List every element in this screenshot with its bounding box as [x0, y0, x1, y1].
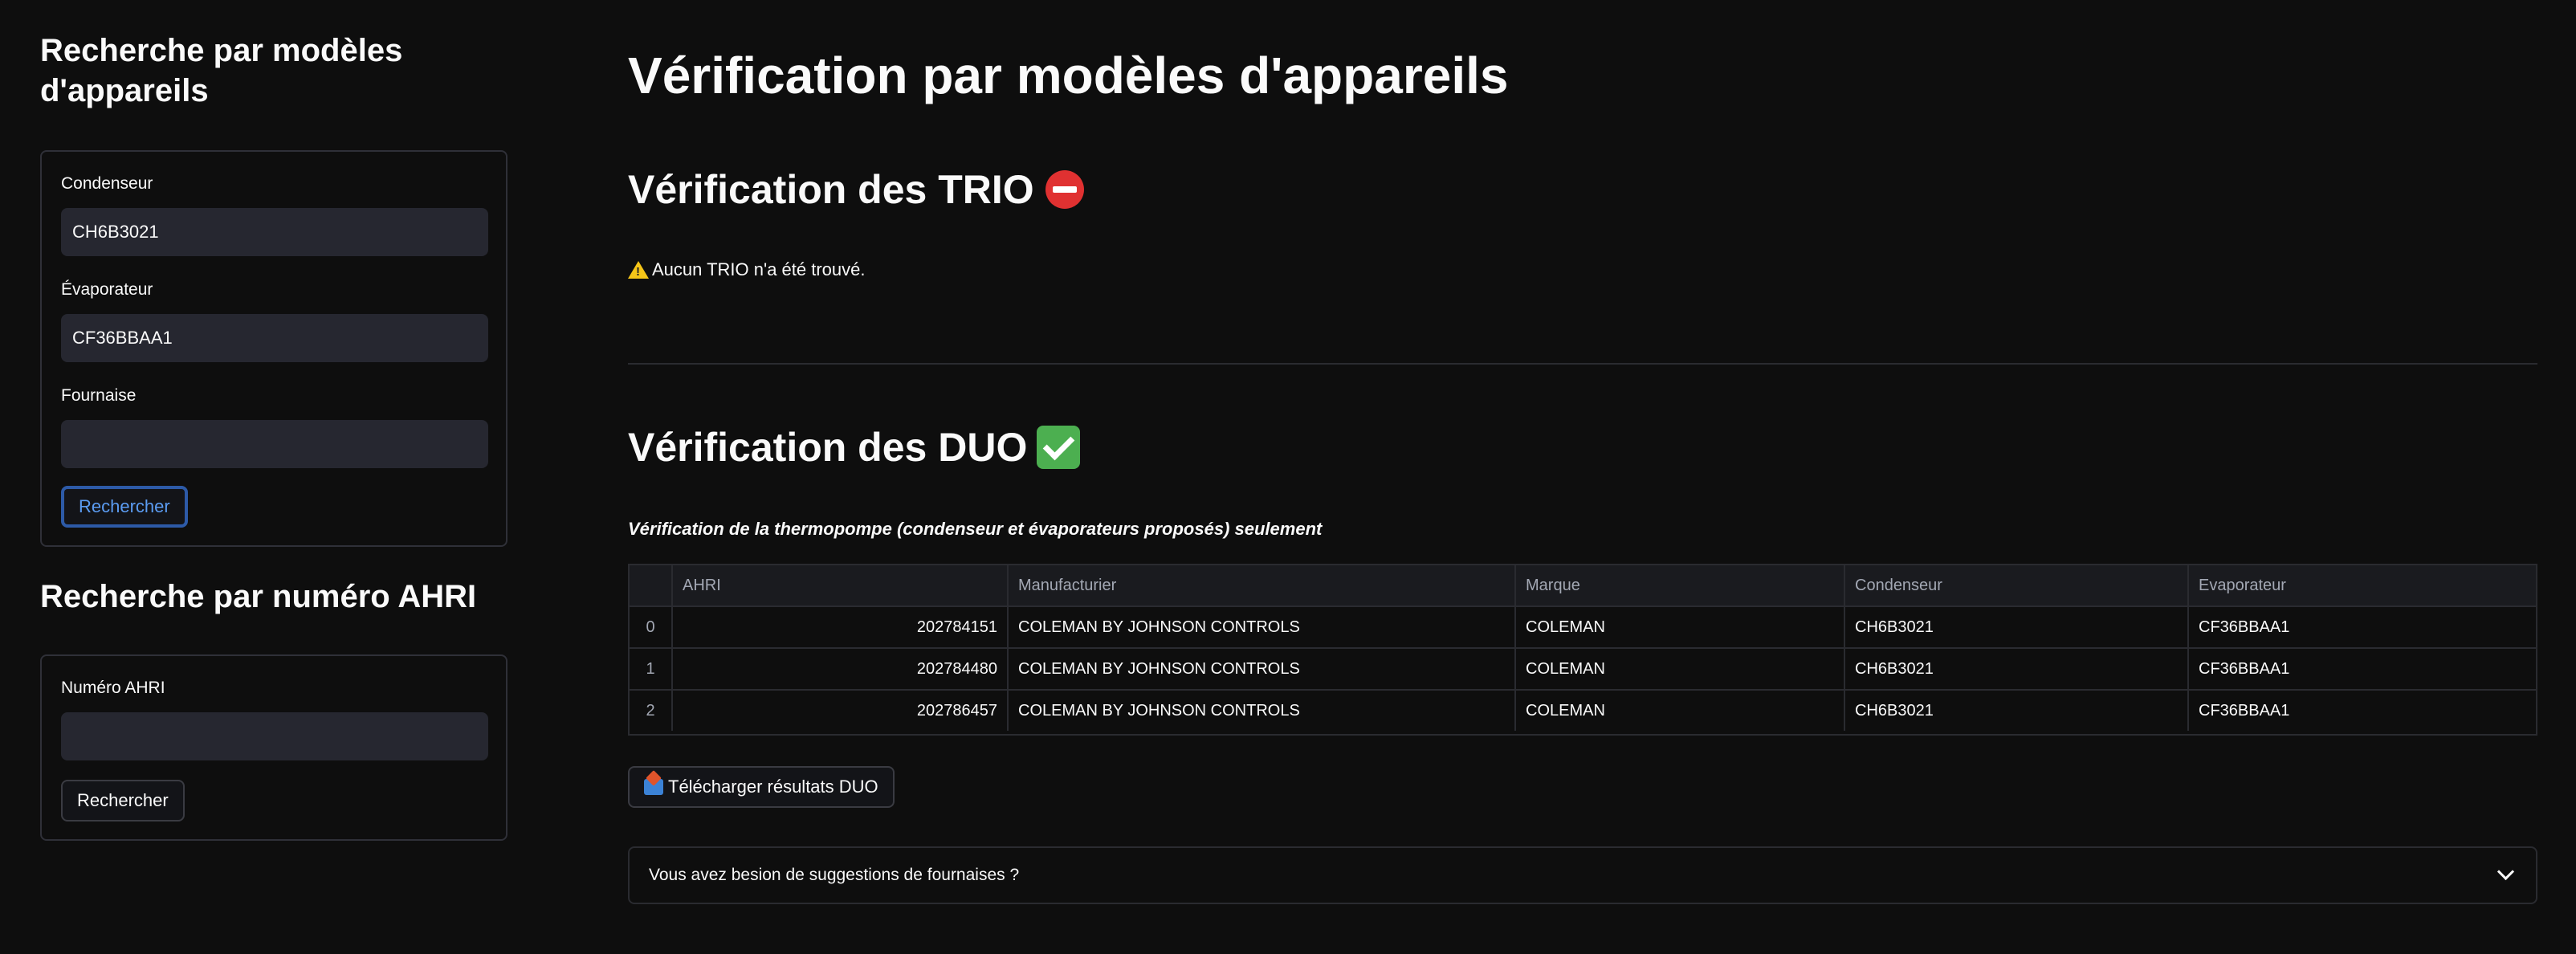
trio-warning-text: Aucun TRIO n'a été trouvé. [652, 259, 866, 279]
check-mark-icon [1037, 426, 1081, 469]
ahri-label: Numéro AHRI [61, 679, 165, 697]
cell-ahri[interactable]: 202786457 [673, 691, 1009, 731]
model-search-form: Condenseur CH6B3021 Évaporateur CF36BBAA… [40, 150, 507, 547]
cell-evaporateur[interactable]: CF36BBAA1 [2189, 649, 2536, 689]
section-divider [628, 363, 2537, 365]
row-index: 1 [630, 649, 673, 689]
cell-condenseur[interactable]: CH6B3021 [1845, 691, 2189, 731]
page-title: Vérification par modèles d'appareils [628, 47, 1509, 104]
row-index: 2 [630, 691, 673, 731]
cell-manufacturier[interactable]: COLEMAN BY JOHNSON CONTROLS [1009, 649, 1516, 689]
outbox-tray-icon [644, 779, 663, 795]
header-condenseur[interactable]: Condenseur [1845, 565, 2189, 605]
table-header-row: AHRI Manufacturier Marque Condenseur Eva… [630, 565, 2536, 607]
cell-manufacturier[interactable]: COLEMAN BY JOHNSON CONTROLS [1009, 691, 1516, 731]
cell-condenseur[interactable]: CH6B3021 [1845, 649, 2189, 689]
trio-warning: Aucun TRIO n'a été trouvé. [628, 259, 866, 280]
header-index [630, 565, 673, 605]
cell-manufacturier[interactable]: COLEMAN BY JOHNSON CONTROLS [1009, 607, 1516, 647]
trio-title-text: Vérification des TRIO [628, 167, 1034, 212]
duo-caption: Vérification de la thermopompe (condense… [628, 519, 1323, 539]
evaporateur-label: Évaporateur [61, 280, 153, 299]
cell-marque[interactable]: COLEMAN [1516, 691, 1845, 731]
cell-evaporateur[interactable]: CF36BBAA1 [2189, 607, 2536, 647]
download-duo-button[interactable]: Télécharger résultats DUO [628, 766, 895, 808]
table-row: 1 202784480 COLEMAN BY JOHNSON CONTROLS … [630, 649, 2536, 691]
header-manufacturier[interactable]: Manufacturier [1009, 565, 1516, 605]
search-models-button[interactable]: Rechercher [61, 486, 188, 528]
header-evaporateur[interactable]: Evaporateur [2189, 565, 2536, 605]
cell-marque[interactable]: COLEMAN [1516, 607, 1845, 647]
model-search-title: Recherche par modèles d'appareils [40, 33, 403, 108]
cell-condenseur[interactable]: CH6B3021 [1845, 607, 2189, 647]
table-row: 2 202786457 COLEMAN BY JOHNSON CONTROLS … [630, 691, 2536, 732]
condenseur-input[interactable]: CH6B3021 [61, 208, 488, 256]
warning-icon [628, 261, 649, 279]
chevron-down-icon [2497, 862, 2515, 881]
table-row: 0 202784151 COLEMAN BY JOHNSON CONTROLS … [630, 607, 2536, 649]
sidebar: Recherche par modèles d'appareils Conden… [0, 0, 546, 954]
search-ahri-button[interactable]: Rechercher [61, 780, 185, 822]
ahri-search-form: Numéro AHRI Rechercher [40, 654, 507, 841]
download-duo-label: Télécharger résultats DUO [668, 777, 878, 797]
cell-ahri[interactable]: 202784151 [673, 607, 1009, 647]
evaporateur-input[interactable]: CF36BBAA1 [61, 314, 488, 362]
header-marque[interactable]: Marque [1516, 565, 1845, 605]
duo-title-text: Vérification des DUO [628, 425, 1028, 470]
header-ahri[interactable]: AHRI [673, 565, 1009, 605]
cell-evaporateur[interactable]: CF36BBAA1 [2189, 691, 2536, 731]
ahri-input[interactable] [61, 712, 488, 760]
duo-section-title: Vérification des DUO [628, 422, 1081, 473]
no-entry-icon [1045, 170, 1084, 209]
trio-section-title: Vérification des TRIO [628, 164, 1084, 215]
fournaise-label: Fournaise [61, 386, 137, 405]
furnace-suggestions-expander[interactable]: Vous avez besion de suggestions de fourn… [628, 846, 2537, 904]
expander-label: Vous avez besion de suggestions de fourn… [649, 866, 1020, 884]
fournaise-input[interactable] [61, 420, 488, 468]
cell-marque[interactable]: COLEMAN [1516, 649, 1845, 689]
row-index: 0 [630, 607, 673, 647]
duo-results-table[interactable]: AHRI Manufacturier Marque Condenseur Eva… [628, 564, 2537, 736]
cell-ahri[interactable]: 202784480 [673, 649, 1009, 689]
ahri-search-title: Recherche par numéro AHRI [40, 579, 477, 614]
condenseur-label: Condenseur [61, 174, 153, 193]
